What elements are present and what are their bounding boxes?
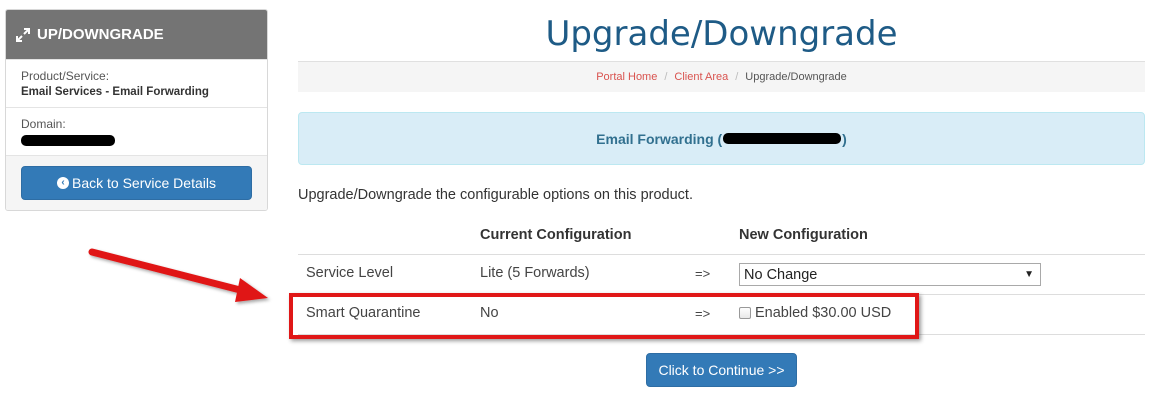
back-to-service-details-button[interactable]: ‹ Back to Service Details bbox=[21, 166, 252, 200]
page-description: Upgrade/Downgrade the configurable optio… bbox=[298, 187, 693, 203]
sidebar-panel: UP/DOWNGRADE Product/Service: Email Serv… bbox=[5, 9, 268, 211]
info-suffix: ) bbox=[842, 130, 847, 147]
product-value: Email Services - Email Forwarding bbox=[21, 86, 209, 98]
sidebar-header: UP/DOWNGRADE bbox=[6, 10, 267, 59]
chevron-down-icon: ▼ bbox=[1024, 269, 1034, 280]
breadcrumb-portal-home[interactable]: Portal Home bbox=[596, 71, 657, 83]
product-info: Product/Service: Email Services - Email … bbox=[6, 59, 267, 107]
header-new-configuration: New Configuration bbox=[739, 227, 868, 243]
row-current-service-level: Lite (5 Forwards) bbox=[480, 265, 590, 281]
highlight-box-annotation bbox=[289, 293, 919, 339]
domain-info: Domain: bbox=[6, 107, 267, 155]
row-arrow: => bbox=[695, 266, 711, 281]
service-level-select[interactable]: No Change ▼ bbox=[739, 263, 1041, 286]
click-to-continue-button[interactable]: Click to Continue >> bbox=[646, 353, 797, 387]
redacted-domain bbox=[21, 135, 115, 146]
red-arrow-annotation bbox=[88, 248, 268, 302]
sidebar-title: UP/DOWNGRADE bbox=[37, 26, 164, 43]
sidebar-footer: ‹ Back to Service Details bbox=[6, 155, 267, 210]
redacted-domain bbox=[723, 133, 842, 144]
product-info-box: Email Forwarding ( ) bbox=[298, 112, 1145, 165]
row-option-service-level: Service Level bbox=[306, 265, 394, 281]
header-current-configuration: Current Configuration bbox=[480, 227, 632, 243]
breadcrumb-separator: / bbox=[735, 71, 739, 83]
table-divider bbox=[298, 254, 1145, 255]
expand-icon bbox=[15, 27, 31, 43]
service-level-select-value: No Change bbox=[744, 267, 818, 283]
breadcrumb-current: Upgrade/Downgrade bbox=[745, 71, 847, 83]
breadcrumb-client-area[interactable]: Client Area bbox=[674, 71, 728, 83]
breadcrumb: Portal Home / Client Area / Upgrade/Down… bbox=[298, 61, 1145, 92]
product-label: Product/Service: bbox=[21, 69, 110, 83]
back-button-label: Back to Service Details bbox=[72, 175, 216, 191]
breadcrumb-separator: / bbox=[664, 71, 668, 83]
domain-label: Domain: bbox=[21, 117, 66, 131]
page-title: Upgrade/Downgrade bbox=[545, 14, 898, 54]
info-product-name: Email Forwarding ( bbox=[596, 130, 723, 147]
arrow-left-circle-icon: ‹ bbox=[57, 177, 70, 189]
